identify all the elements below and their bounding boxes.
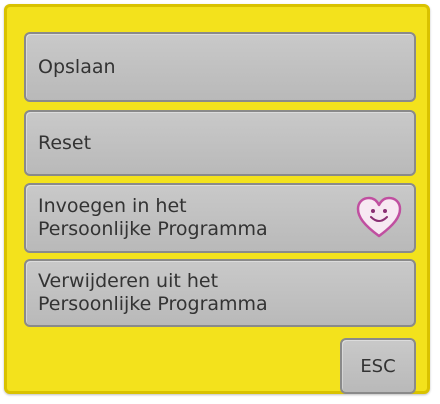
reset-button[interactable]: Reset bbox=[24, 110, 416, 176]
save-button[interactable]: Opslaan bbox=[24, 32, 416, 102]
esc-button[interactable]: ESC bbox=[340, 338, 416, 394]
save-button-label: Opslaan bbox=[38, 55, 116, 78]
esc-button-label: ESC bbox=[360, 355, 396, 377]
smiley-heart-icon bbox=[354, 195, 404, 241]
add-to-personal-program-button[interactable]: Invoegen in het Persoonlijke Programma bbox=[24, 183, 416, 253]
add-to-personal-program-label: Invoegen in het Persoonlijke Programma bbox=[38, 195, 268, 240]
remove-from-personal-program-label: Verwijderen uit het Persoonlijke Program… bbox=[38, 270, 268, 315]
reset-button-label: Reset bbox=[38, 131, 92, 154]
remove-from-personal-program-button[interactable]: Verwijderen uit het Persoonlijke Program… bbox=[24, 259, 416, 327]
